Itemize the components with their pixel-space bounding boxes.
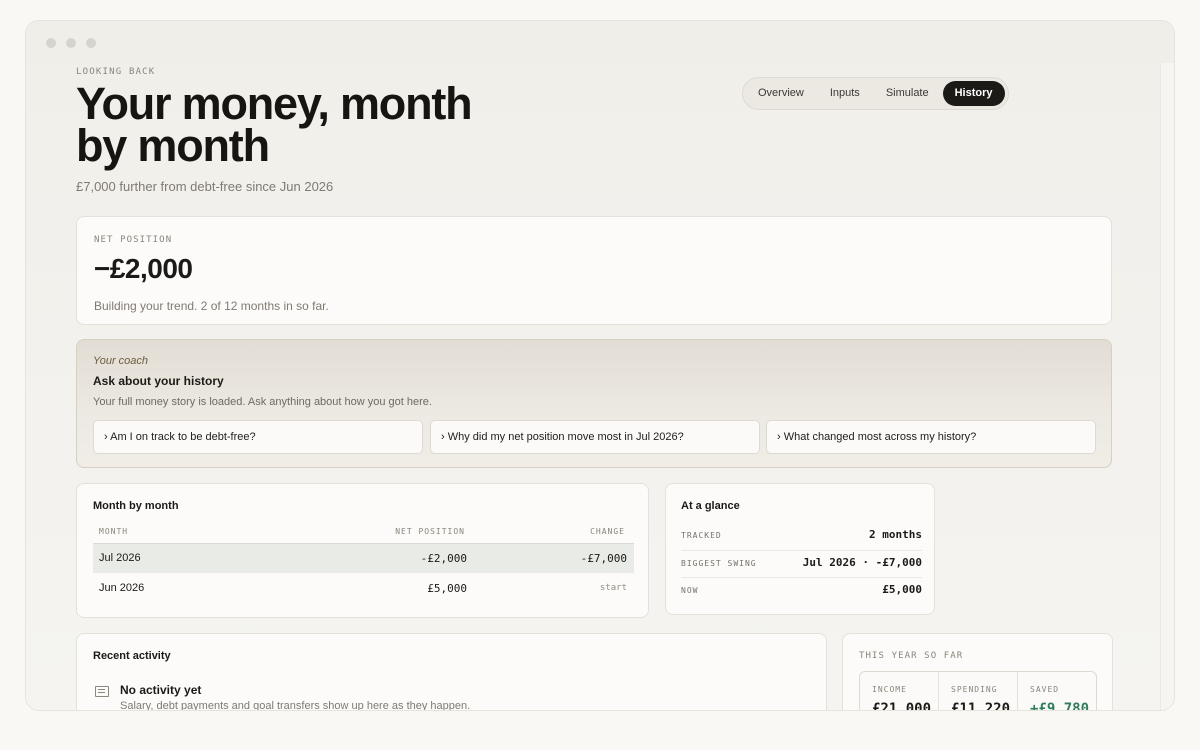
stat-income: INCOME £21,000 — [860, 672, 939, 711]
month-by-month-title: Month by month — [93, 500, 179, 512]
coach-prompt-net-position-move[interactable]: › Why did my net position move most in J… — [430, 420, 760, 454]
at-a-glance-card: At a glance TRACKED 2 months BIGGEST SWI… — [665, 483, 935, 615]
coach-prompt-on-track[interactable]: › Am I on track to be debt-free? — [93, 420, 423, 454]
view-tabs: Overview Inputs Simulate History — [742, 77, 1009, 110]
at-a-glance-title: At a glance — [681, 500, 740, 512]
stat-spending: SPENDING £11,220 — [939, 672, 1018, 711]
coach-panel: Your coach Ask about your history Your f… — [76, 339, 1112, 468]
stat-saved: SAVED +£9,780 — [1018, 672, 1096, 711]
tab-inputs[interactable]: Inputs — [818, 81, 872, 106]
change-cell: start — [599, 583, 627, 593]
recent-activity-card: Recent activity No activity yet Salary, … — [76, 633, 827, 711]
page-subtitle: £7,000 further from debt-free since Jun … — [76, 179, 334, 194]
glance-value: £5,000 — [882, 583, 922, 596]
month-by-month-card: Month by month MONTH NET POSITION CHANGE… — [76, 483, 649, 618]
net-position-cell: -£2,000 — [420, 552, 467, 565]
glance-value: Jul 2026 · -£7,000 — [802, 556, 922, 569]
table-row[interactable]: Jul 2026 -£2,000 -£7,000 — [93, 543, 634, 573]
coach-kicker: Your coach — [93, 355, 149, 367]
tab-overview[interactable]: Overview — [746, 81, 816, 106]
stat-value: +£9,780 — [1030, 701, 1090, 711]
coach-prompt-what-changed[interactable]: › What changed most across my history? — [766, 420, 1096, 454]
page-title: Your money, month by month — [76, 78, 473, 171]
stat-label: INCOME — [872, 685, 907, 694]
year-so-far-label: THIS YEAR SO FAR — [859, 651, 964, 661]
tab-history[interactable]: History — [942, 81, 1005, 106]
column-header-net-position: NET POSITION — [395, 527, 465, 536]
net-position-cell: £5,000 — [427, 582, 467, 595]
change-cell: -£7,000 — [580, 552, 627, 565]
glance-value: 2 months — [869, 528, 922, 541]
message-icon — [95, 686, 109, 697]
net-position-note: Building your trend. 2 of 12 months in s… — [94, 299, 329, 313]
coach-description: Your full money story is loaded. Ask any… — [93, 396, 432, 408]
month-cell: Jul 2026 — [99, 552, 141, 564]
page-eyebrow: LOOKING BACK — [76, 67, 156, 77]
glance-label: TRACKED — [681, 531, 722, 540]
stat-value: £21,000 — [872, 701, 932, 711]
page-content: LOOKING BACK Your money, month by month … — [26, 63, 1162, 711]
browser-window: LOOKING BACK Your money, month by month … — [25, 20, 1175, 711]
empty-state-title: No activity yet — [120, 683, 202, 697]
glance-row-biggest-swing: BIGGEST SWING Jul 2026 · -£7,000 — [681, 550, 922, 577]
window-control-close-icon[interactable] — [46, 38, 56, 48]
net-position-card: NET POSITION −£2,000 Building your trend… — [76, 216, 1112, 325]
column-header-change: CHANGE — [590, 527, 625, 536]
glance-row-tracked: TRACKED 2 months — [681, 523, 922, 550]
stat-label: SAVED — [1030, 685, 1060, 694]
glance-row-now: NOW £5,000 — [681, 577, 922, 604]
glance-label: NOW — [681, 586, 699, 595]
column-header-month: MONTH — [99, 527, 129, 536]
page-scrollbar[interactable] — [1160, 63, 1174, 710]
window-titlebar — [26, 21, 1174, 63]
stat-value: £11,220 — [951, 701, 1011, 711]
coach-title: Ask about your history — [93, 374, 224, 388]
year-so-far-card: THIS YEAR SO FAR INCOME £21,000 SPENDING… — [842, 633, 1113, 711]
recent-activity-title: Recent activity — [93, 650, 171, 662]
empty-state-text: Salary, debt payments and goal transfers… — [120, 700, 471, 711]
table-row[interactable]: Jun 2026 £5,000 start — [93, 574, 634, 604]
net-position-label: NET POSITION — [94, 235, 173, 245]
year-stats: INCOME £21,000 SPENDING £11,220 SAVED +£… — [859, 671, 1097, 711]
stat-label: SPENDING — [951, 685, 998, 694]
glance-label: BIGGEST SWING — [681, 559, 757, 568]
net-position-amount: −£2,000 — [94, 253, 193, 284]
window-control-minimize-icon[interactable] — [66, 38, 76, 48]
tab-simulate[interactable]: Simulate — [874, 81, 941, 106]
month-cell: Jun 2026 — [99, 582, 145, 594]
window-control-zoom-icon[interactable] — [86, 38, 96, 48]
